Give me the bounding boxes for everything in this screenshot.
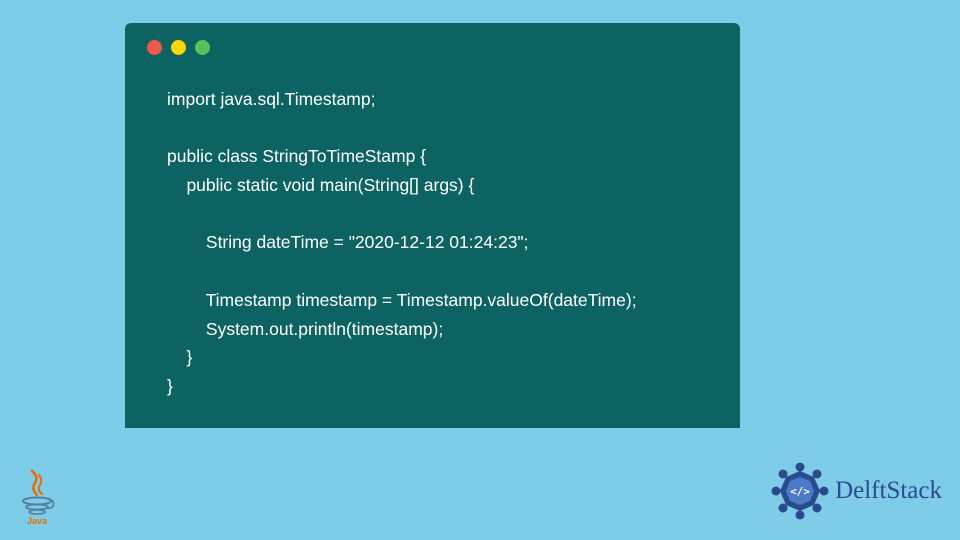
minimize-icon xyxy=(171,40,186,55)
code-content: import java.sql.Timestamp; public class … xyxy=(125,55,740,401)
code-line: import java.sql.Timestamp; xyxy=(167,89,375,109)
code-line: String dateTime = "2020-12-12 01:24:23"; xyxy=(167,232,529,252)
java-icon: Java xyxy=(17,469,57,525)
svg-text:</>: </> xyxy=(790,485,810,498)
code-line: Timestamp timestamp = Timestamp.valueOf(… xyxy=(167,290,637,310)
code-line: } xyxy=(167,347,192,367)
delftstack-logo: </> DelftStack xyxy=(771,462,942,520)
code-line: System.out.println(timestamp); xyxy=(167,319,443,339)
java-logo: Java xyxy=(17,469,57,525)
close-icon xyxy=(147,40,162,55)
code-line: } xyxy=(167,376,173,396)
window-controls xyxy=(125,23,740,55)
code-line: public class StringToTimeStamp { xyxy=(167,146,426,166)
svg-text:Java: Java xyxy=(27,516,48,525)
code-line: public static void main(String[] args) { xyxy=(167,175,474,195)
delftstack-brand-text: DelftStack xyxy=(835,477,942,505)
maximize-icon xyxy=(195,40,210,55)
delftstack-gear-icon: </> xyxy=(771,462,829,520)
code-window: import java.sql.Timestamp; public class … xyxy=(125,23,740,428)
